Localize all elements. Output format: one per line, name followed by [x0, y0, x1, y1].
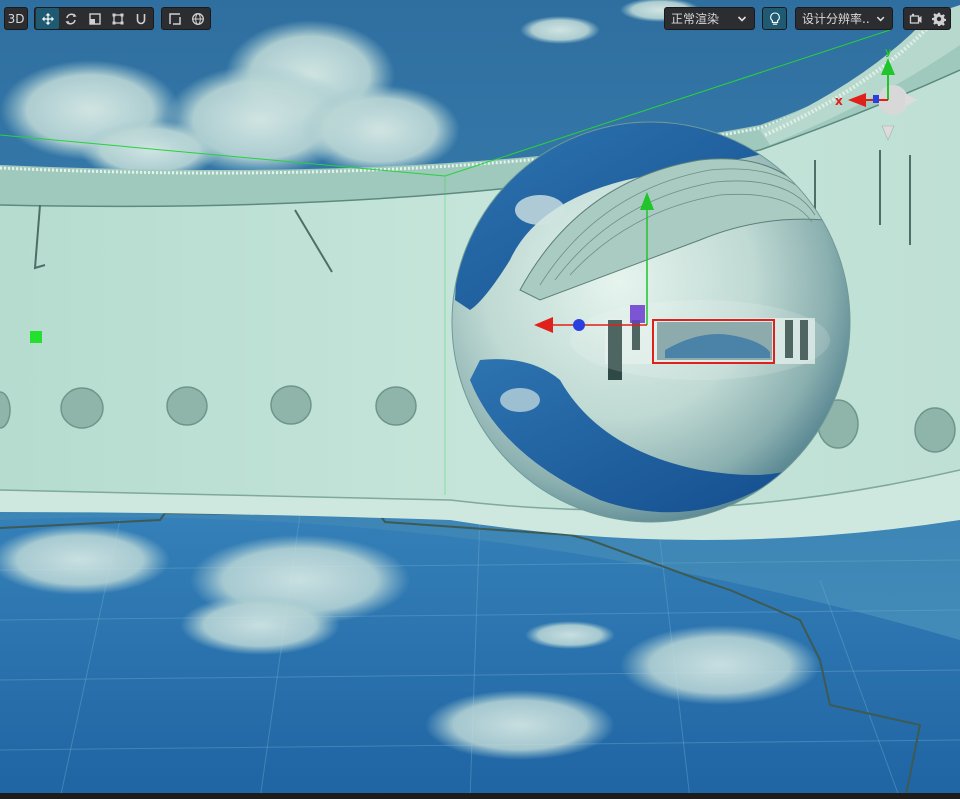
gear-icon [931, 12, 946, 26]
mode-3d-label: 3D [7, 11, 25, 26]
camera-button[interactable] [905, 8, 928, 29]
lighting-toggle-button[interactable] [762, 7, 787, 30]
camera-toolbar [903, 7, 951, 30]
gizmo-x-label: x [835, 94, 843, 108]
rotate-tool-button[interactable] [59, 8, 82, 29]
gizmo-y-label: y [885, 47, 892, 58]
render-mode-select[interactable]: 正常渲染 [664, 7, 755, 30]
camera-icon [910, 13, 922, 24]
scene-render[interactable]: x y [0, 0, 960, 799]
magnet-icon [137, 13, 146, 24]
chevron-down-icon [876, 16, 885, 21]
globe-icon [192, 12, 205, 25]
scene-viewport[interactable]: x y 3D 正常渲染 设计分辨率... [0, 0, 960, 799]
scale-tool-button[interactable] [83, 8, 106, 29]
settings-button[interactable] [928, 8, 951, 29]
render-mode-value: 正常渲染 [671, 12, 720, 26]
rect-icon [112, 13, 124, 24]
lightbulb-icon [769, 11, 780, 25]
resolution-select[interactable]: 设计分辨率... [795, 7, 893, 30]
mode-3d-button[interactable]: 3D [4, 7, 28, 30]
chevron-down-icon [737, 15, 747, 22]
scale-icon [88, 12, 101, 25]
move-tool-button[interactable] [36, 8, 60, 29]
global-space-button[interactable] [187, 8, 211, 29]
coordinate-toolbar [161, 7, 211, 30]
transform-toolbar [34, 7, 154, 30]
rotate-icon [65, 13, 77, 24]
snap-tool-button[interactable] [130, 8, 153, 29]
resolution-value: 设计分辨率... [802, 12, 869, 26]
move-icon [41, 12, 54, 25]
local-space-icon [169, 12, 181, 25]
local-space-button[interactable] [163, 8, 187, 29]
rect-tool-button[interactable] [106, 8, 129, 29]
